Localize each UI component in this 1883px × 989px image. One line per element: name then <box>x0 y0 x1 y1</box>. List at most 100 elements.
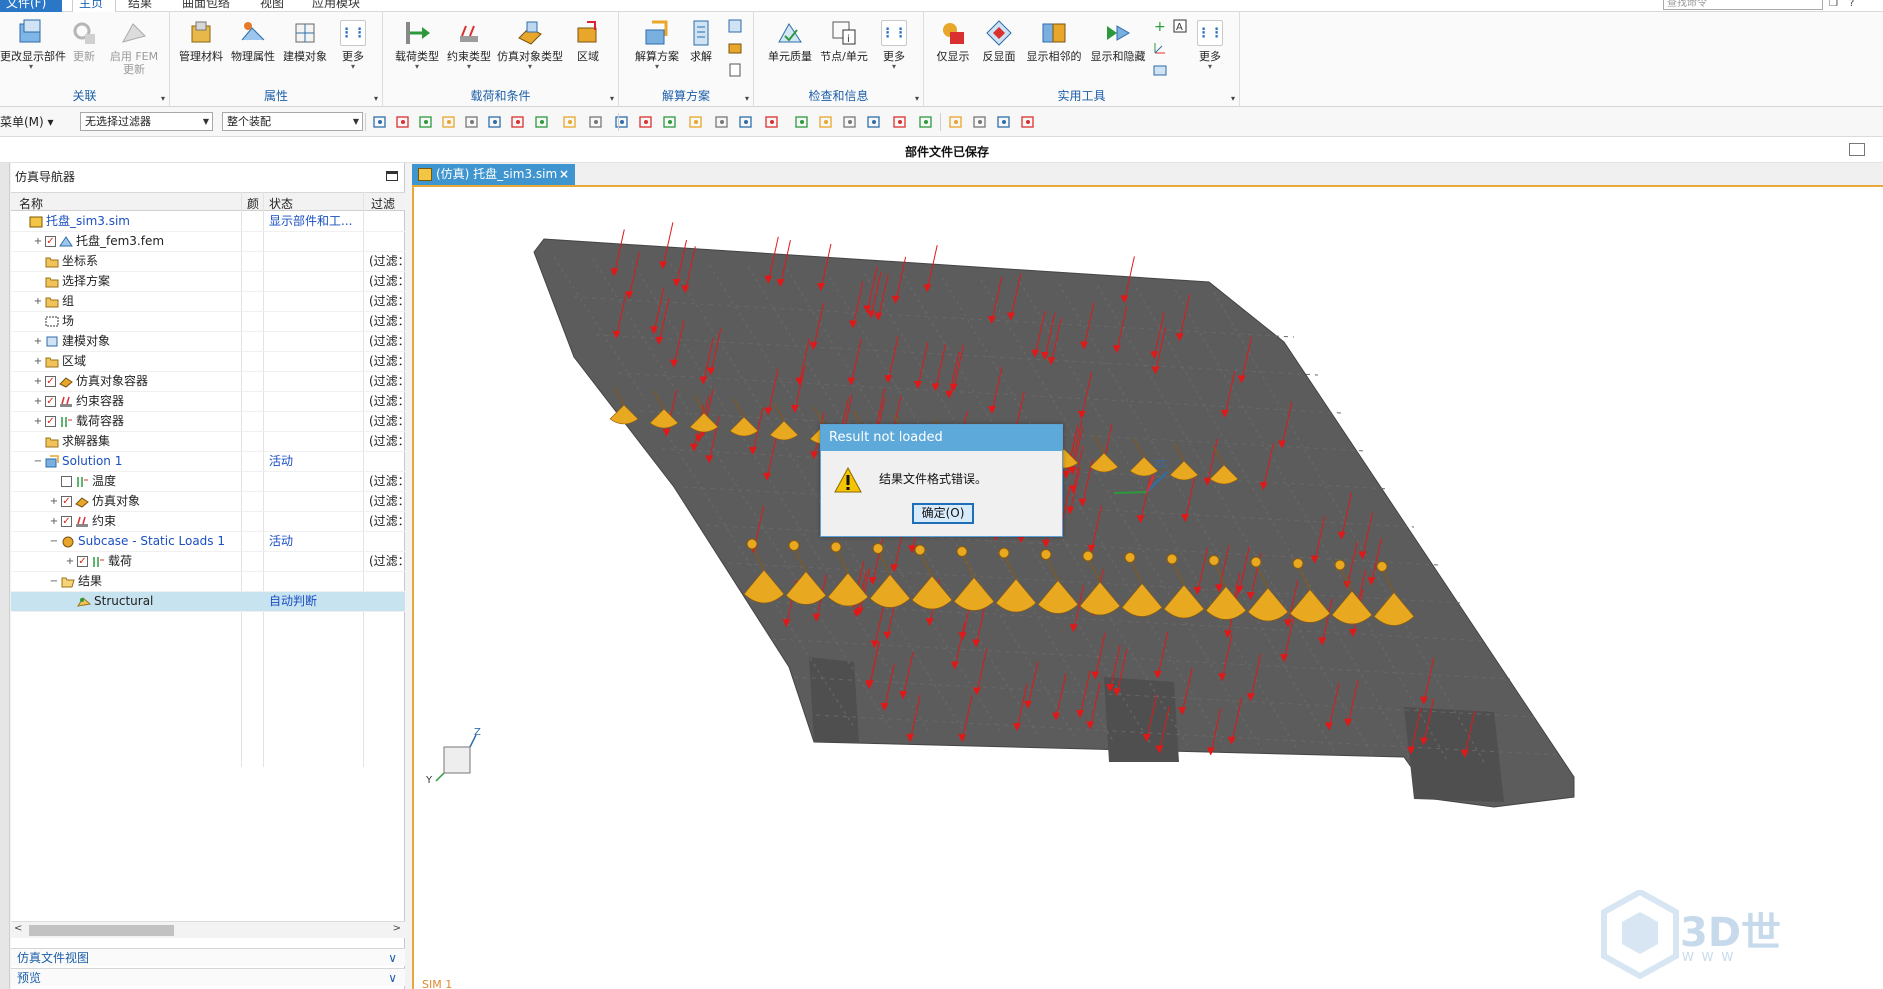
check-more-button[interactable]: ⋮⋮ 更多 ▾ <box>872 16 916 86</box>
expand-toggle-icon[interactable]: − <box>33 452 43 471</box>
pallet-model-view[interactable]: ZC Y Z <box>414 187 1883 989</box>
update-button[interactable]: 更新 <box>62 16 106 86</box>
view-triad-icon[interactable] <box>866 114 882 130</box>
snap-grid-icon[interactable] <box>918 114 934 130</box>
pan-icon[interactable] <box>638 114 654 130</box>
tab-surface-wrap[interactable]: 曲面包络 <box>176 0 236 12</box>
work-layer-icon[interactable] <box>892 114 908 130</box>
visibility-checkbox[interactable]: ✓ <box>45 376 56 387</box>
render-style-icon[interactable] <box>688 114 704 130</box>
group-dropdown-icon[interactable]: ▾ <box>1231 94 1235 103</box>
column-name[interactable]: 名称 <box>19 195 43 212</box>
tree-row[interactable]: + 组 (过滤： <box>11 292 410 312</box>
tree-row[interactable]: − 结果 <box>11 572 405 592</box>
horizontal-scrollbar[interactable]: < > <box>11 921 405 938</box>
visibility-checkbox[interactable]: ✓ <box>77 556 88 567</box>
column-color[interactable]: 颜 <box>247 195 259 212</box>
select-face-icon[interactable] <box>972 114 988 130</box>
tab-home[interactable]: 主页 <box>72 0 116 12</box>
tree-row[interactable]: + ✓ 托盘_fem3.fem <box>11 232 405 252</box>
maximize-panel-icon[interactable] <box>386 171 398 181</box>
region-button[interactable]: 区域 <box>565 16 611 86</box>
scroll-left-icon[interactable]: < <box>14 923 22 934</box>
expand-toggle-icon[interactable]: − <box>49 572 59 591</box>
expand-toggle-icon[interactable]: + <box>49 512 59 531</box>
midpoint-icon[interactable] <box>464 114 480 130</box>
group-dropdown-icon[interactable]: ▾ <box>610 94 614 103</box>
visibility-checkbox[interactable]: ✓ <box>61 496 72 507</box>
snap-point-icon[interactable] <box>395 114 411 130</box>
box-select-icon[interactable] <box>510 114 526 130</box>
menu-dropdown[interactable]: 菜单(M) ▾ <box>0 113 54 130</box>
expand-toggle-icon[interactable]: + <box>65 552 75 571</box>
tree-row[interactable]: + ✓ 约束 (过滤： <box>11 512 410 532</box>
node-element-button[interactable]: i 节点/单元 <box>818 16 870 86</box>
expand-toggle-icon[interactable]: + <box>33 292 43 311</box>
preview-section[interactable]: 预览 ∨ <box>11 968 405 986</box>
display-filter-icon[interactable] <box>842 114 858 130</box>
tree-row[interactable]: 温度 (过滤： <box>11 472 410 492</box>
show-only-button[interactable]: 仅显示 <box>930 16 976 86</box>
scrollbar-thumb[interactable] <box>29 925 174 936</box>
visibility-checkbox[interactable]: ✓ <box>45 236 56 247</box>
visibility-checkbox[interactable]: ✓ <box>45 416 56 427</box>
tab-results[interactable]: 结果 <box>122 0 158 12</box>
properties-more-button[interactable]: ⋮⋮ 更多 ▾ <box>331 16 375 86</box>
tree-row[interactable]: 场 (过滤： <box>11 312 410 332</box>
expand-toggle-icon[interactable]: + <box>49 492 59 511</box>
sim-file-view-section[interactable]: 仿真文件视图 ∨ <box>11 948 405 966</box>
load-type-button[interactable]: 载荷类型 ▾ <box>391 16 443 86</box>
fullscreen-icon[interactable] <box>1849 143 1865 156</box>
expand-toggle-icon[interactable]: + <box>33 352 43 371</box>
utilities-more-button[interactable]: ⋮⋮ 更多 ▾ <box>1188 16 1232 86</box>
point-on-curve-icon[interactable] <box>418 114 434 130</box>
tree-row[interactable]: + 建模对象 (过滤： <box>11 332 410 352</box>
group-dropdown-icon[interactable]: ▾ <box>374 94 378 103</box>
csys-icon[interactable] <box>1152 40 1168 56</box>
tree-row[interactable]: + 区域 (过滤： <box>11 352 410 372</box>
visibility-icon[interactable] <box>818 114 834 130</box>
select-body-icon[interactable] <box>996 114 1012 130</box>
expand-toggle-icon[interactable]: + <box>33 372 43 391</box>
manage-materials-button[interactable]: 管理材料 <box>175 16 227 86</box>
tree-row[interactable]: − Solution 1 活动 <box>11 452 405 472</box>
solution-small-tool-1-icon[interactable] <box>727 18 743 34</box>
visibility-checkbox[interactable] <box>61 476 72 487</box>
grid-icon[interactable] <box>1020 114 1036 130</box>
tree-row[interactable]: + ✓ 载荷容器 (过滤： <box>11 412 410 432</box>
shaded-icon[interactable] <box>562 114 578 130</box>
visibility-checkbox[interactable]: ✓ <box>61 516 72 527</box>
tab-applications[interactable]: 应用模块 <box>306 0 366 12</box>
tree-row[interactable]: Structural 自动判断 <box>11 592 405 612</box>
view-fit-icon[interactable] <box>534 114 550 130</box>
tab-view[interactable]: 视图 <box>254 0 290 12</box>
expand-toggle-icon[interactable]: + <box>33 232 43 251</box>
modeling-objects-button[interactable]: 建模对象 <box>279 16 331 86</box>
enable-fem-update-button[interactable]: 启用 FEM 更新 <box>106 16 162 86</box>
simulation-object-type-button[interactable]: 仿真对象类型 ▾ <box>495 16 565 86</box>
help-icon[interactable]: ? <box>1849 0 1863 10</box>
measure-icon[interactable] <box>1152 62 1168 78</box>
group-dropdown-icon[interactable]: ▾ <box>745 94 749 103</box>
column-state[interactable]: 状态 <box>269 195 293 212</box>
tree-row[interactable]: 选择方案 (过滤： <box>11 272 410 292</box>
tree-row[interactable]: 托盘_sim3.sim 显示部件和工... <box>11 212 405 232</box>
file-menu-tab[interactable]: 文件(F) <box>0 0 62 12</box>
add-point-icon[interactable]: + <box>1152 18 1168 35</box>
show-and-hide-button[interactable]: 显示和隐藏 <box>1086 16 1150 86</box>
tree-row[interactable]: 坐标系 (过滤： <box>11 252 410 272</box>
reverse-display-button[interactable]: 反显面 <box>976 16 1022 86</box>
group-dropdown-icon[interactable]: ▾ <box>915 94 919 103</box>
select-curve-icon[interactable] <box>948 114 964 130</box>
column-filter[interactable]: 过滤 <box>371 195 395 212</box>
selection-filter-select[interactable]: 无选择过滤器 ▼ <box>80 112 213 131</box>
expand-toggle-icon[interactable]: − <box>49 532 59 551</box>
tree-row[interactable]: + ✓ 仿真对象 (过滤： <box>11 492 410 512</box>
expand-toggle-icon[interactable]: + <box>33 412 43 431</box>
selection-scope-select[interactable]: 整个装配 ▼ <box>222 112 363 131</box>
tab-sim-file[interactable]: (仿真) 托盘_sim3.sim × <box>412 164 575 185</box>
tree-row[interactable]: + ✓ 约束容器 (过滤： <box>11 392 410 412</box>
command-search-input[interactable]: 查找命令 <box>1663 0 1823 10</box>
solve-button[interactable]: 求解 <box>683 16 719 86</box>
close-icon[interactable]: × <box>559 164 569 185</box>
